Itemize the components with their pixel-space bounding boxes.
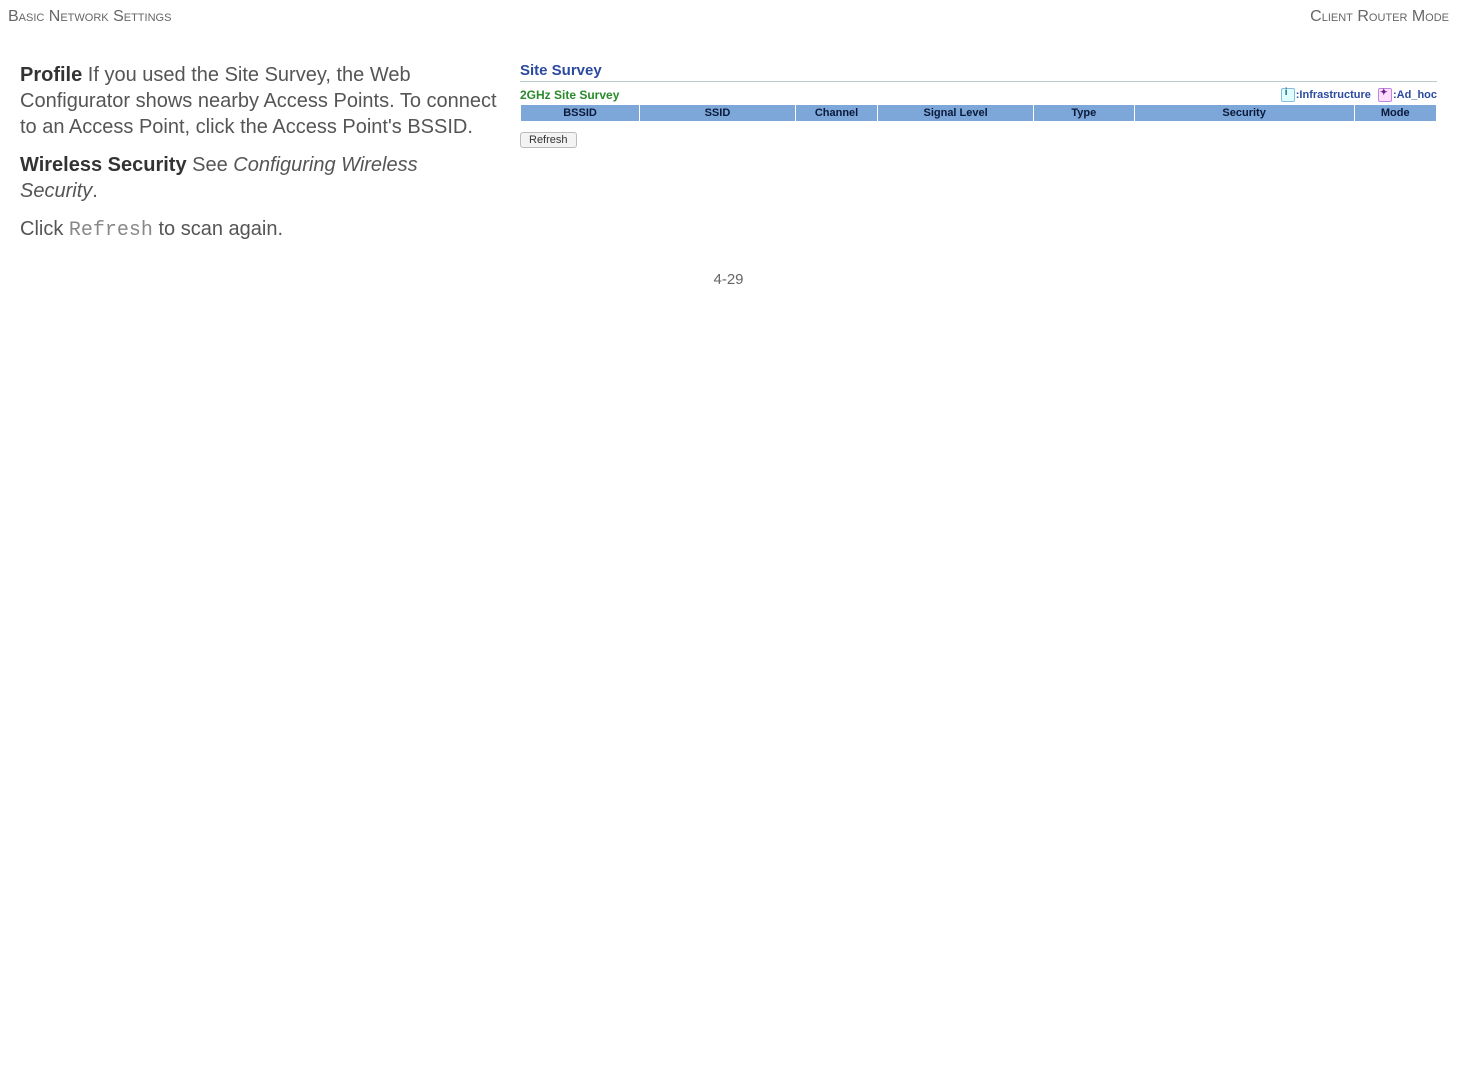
refresh-pre: Click bbox=[20, 218, 69, 240]
instruction-text: Profile If you used the Site Survey, the… bbox=[20, 62, 520, 256]
refresh-code: Refresh bbox=[69, 219, 153, 242]
col-security: Security bbox=[1134, 105, 1354, 122]
survey-table: BSSID SSID Channel Signal Level Type Sec… bbox=[520, 104, 1437, 122]
page-number: 4-29 bbox=[0, 271, 1457, 288]
legend-adhoc: :Ad_hoc bbox=[1393, 89, 1437, 101]
col-type: Type bbox=[1033, 105, 1134, 122]
header-right: Client Router Mode bbox=[1310, 8, 1449, 26]
infrastructure-icon bbox=[1281, 88, 1295, 102]
survey-subtitle: 2GHz Site Survey bbox=[520, 88, 619, 102]
header-left: Basic Network Settings bbox=[8, 8, 171, 26]
legend-infra: :Infrastructure bbox=[1296, 89, 1371, 101]
profile-text: If you used the Site Survey, the Web Con… bbox=[20, 64, 497, 138]
col-mode: Mode bbox=[1354, 105, 1436, 122]
col-ssid: SSID bbox=[640, 105, 796, 122]
adhoc-icon bbox=[1378, 88, 1392, 102]
col-signal: Signal Level bbox=[878, 105, 1034, 122]
refresh-button[interactable]: Refresh bbox=[520, 132, 577, 148]
refresh-post: to scan again. bbox=[153, 218, 283, 240]
survey-header-row: BSSID SSID Channel Signal Level Type Sec… bbox=[521, 105, 1437, 122]
col-channel: Channel bbox=[795, 105, 877, 122]
survey-legend: :Infrastructure :Ad_hoc bbox=[1277, 88, 1437, 102]
site-survey-panel: Site Survey 2GHz Site Survey :Infrastruc… bbox=[520, 62, 1437, 148]
wsec-period: . bbox=[92, 180, 98, 202]
wireless-security-term: Wireless Security bbox=[20, 154, 187, 176]
col-bssid: BSSID bbox=[521, 105, 640, 122]
profile-term: Profile bbox=[20, 64, 82, 86]
survey-title: Site Survey bbox=[520, 62, 1437, 82]
wsec-see: See bbox=[187, 154, 234, 176]
